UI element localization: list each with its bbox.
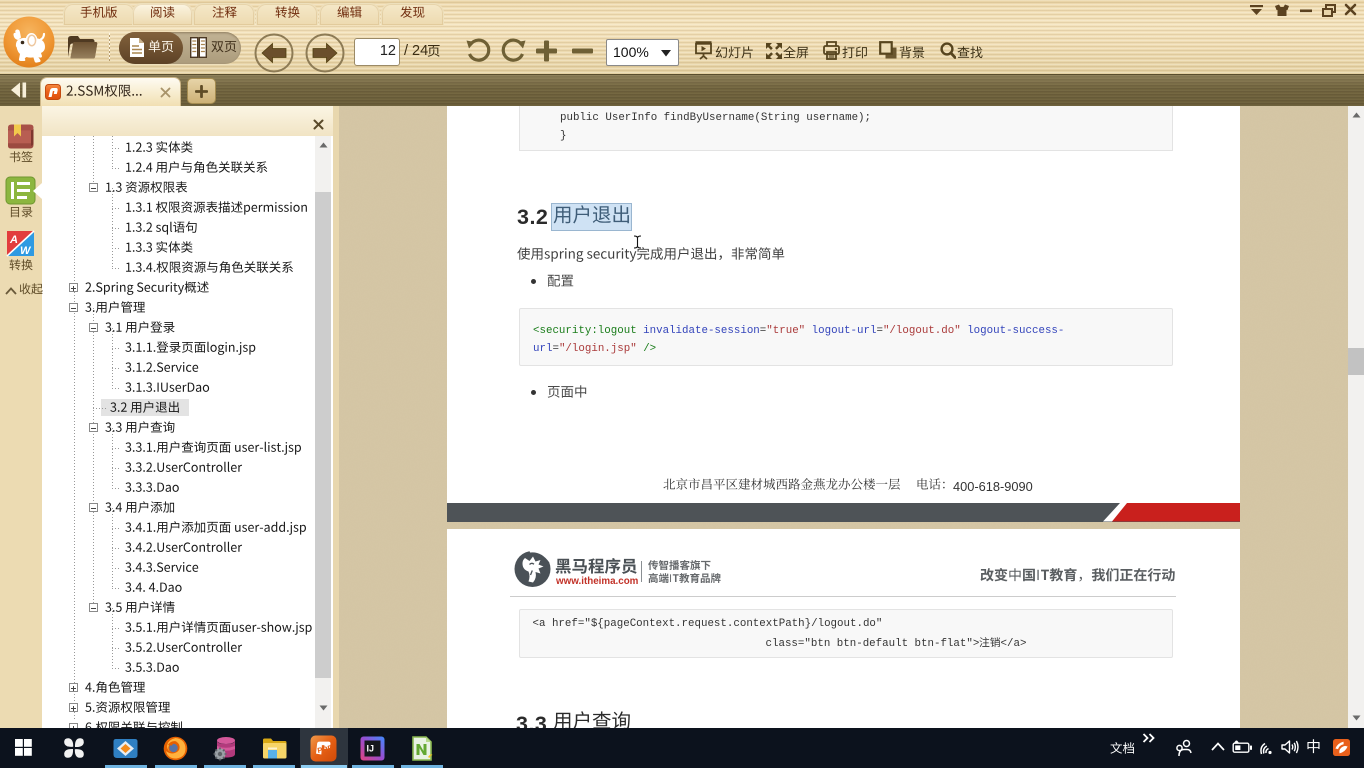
svg-text:W: W [20,245,32,257]
svg-text:IJ: IJ [367,744,375,754]
svg-text:A: A [9,234,18,246]
